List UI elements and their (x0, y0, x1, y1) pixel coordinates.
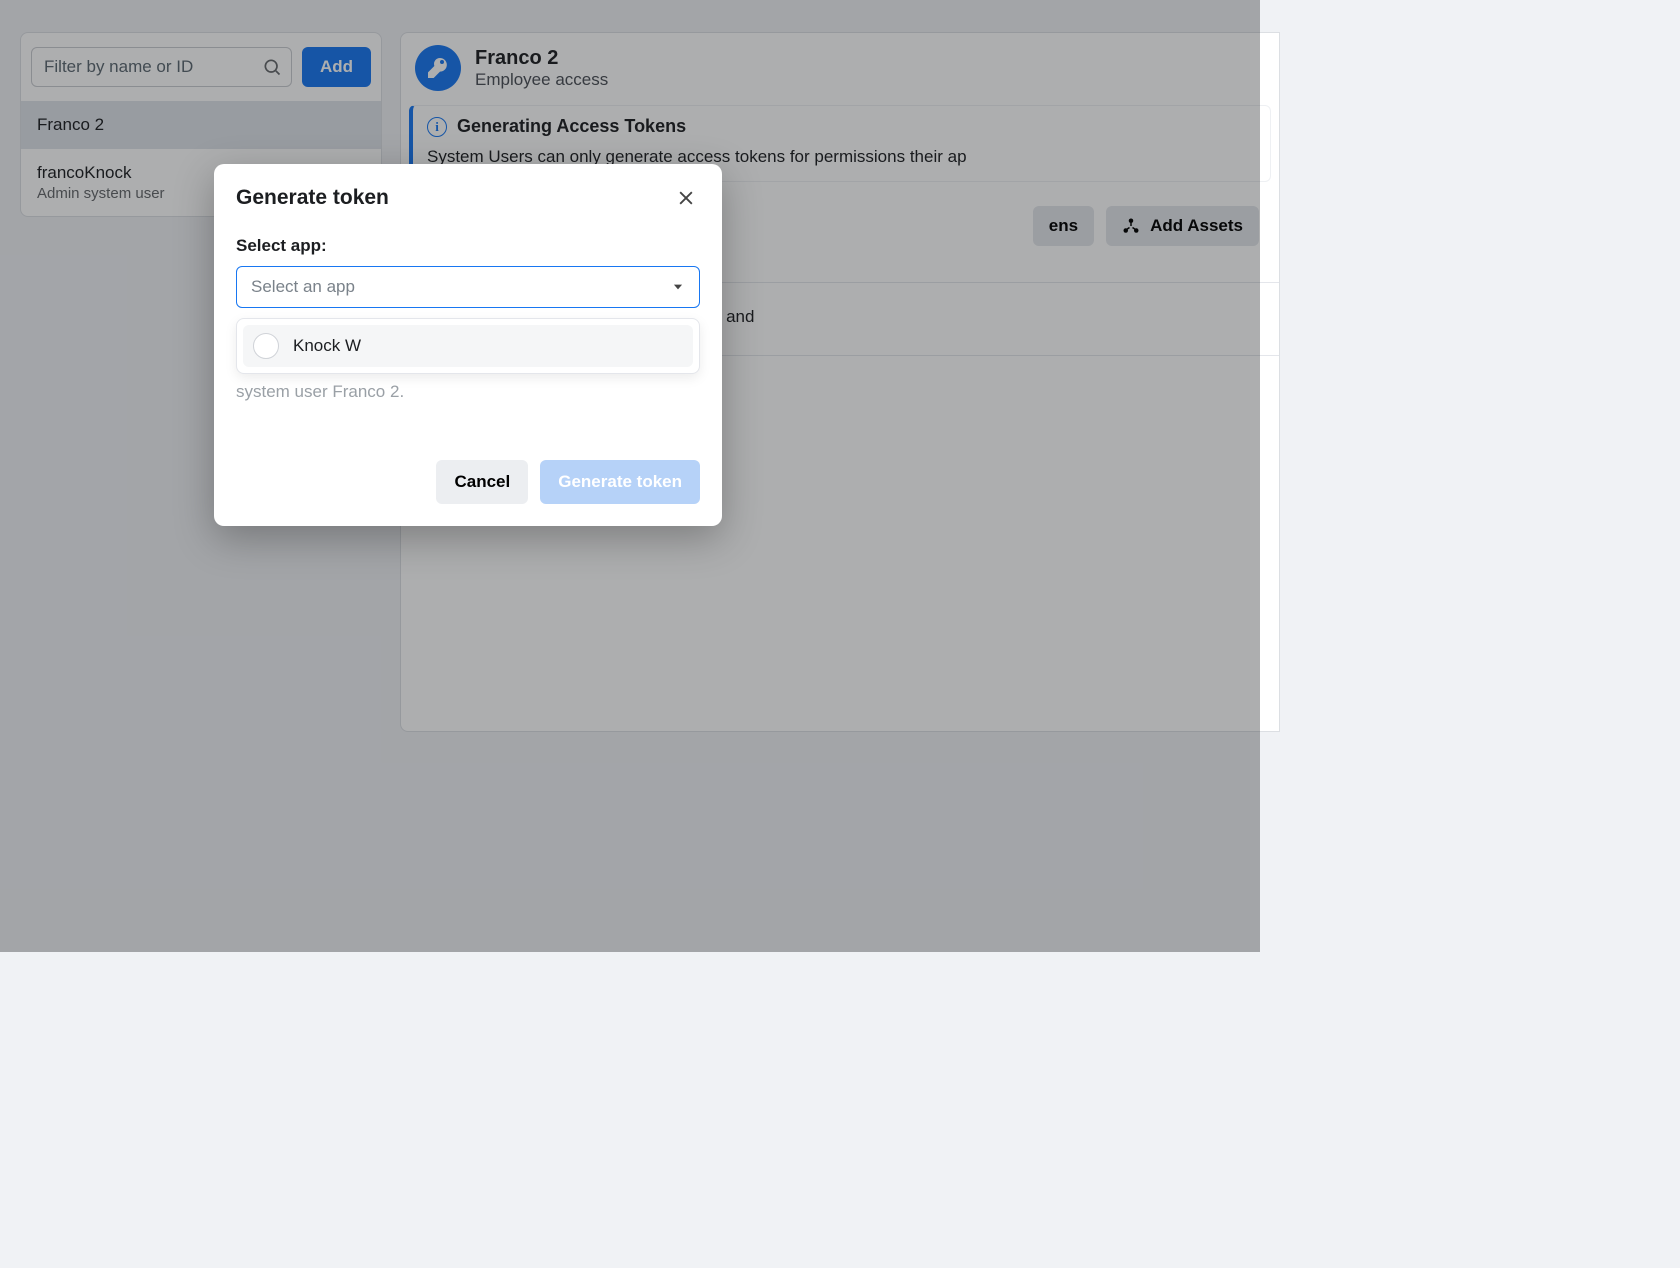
modal-title: Generate token (236, 186, 389, 210)
close-icon (676, 188, 696, 208)
modal-ghost-text: system user Franco 2. (236, 382, 700, 402)
option-label: Knock W (293, 336, 361, 356)
option-knock-w[interactable]: Knock W (243, 325, 693, 367)
modal-header: Generate token (236, 184, 700, 212)
generate-token-button[interactable]: Generate token (540, 460, 700, 504)
select-placeholder: Select an app (251, 277, 355, 297)
modal-actions: Cancel Generate token (236, 460, 700, 504)
select-app-label: Select app: (236, 236, 700, 256)
select-app-dropdown[interactable]: Select an app (236, 266, 700, 308)
select-app-options: Knock W (236, 318, 700, 374)
close-button[interactable] (672, 184, 700, 212)
generate-token-modal: Generate token Select app: Select an app… (214, 164, 722, 526)
cancel-button[interactable]: Cancel (436, 460, 528, 504)
app-avatar-icon (253, 333, 279, 359)
chevron-down-icon (671, 280, 685, 294)
